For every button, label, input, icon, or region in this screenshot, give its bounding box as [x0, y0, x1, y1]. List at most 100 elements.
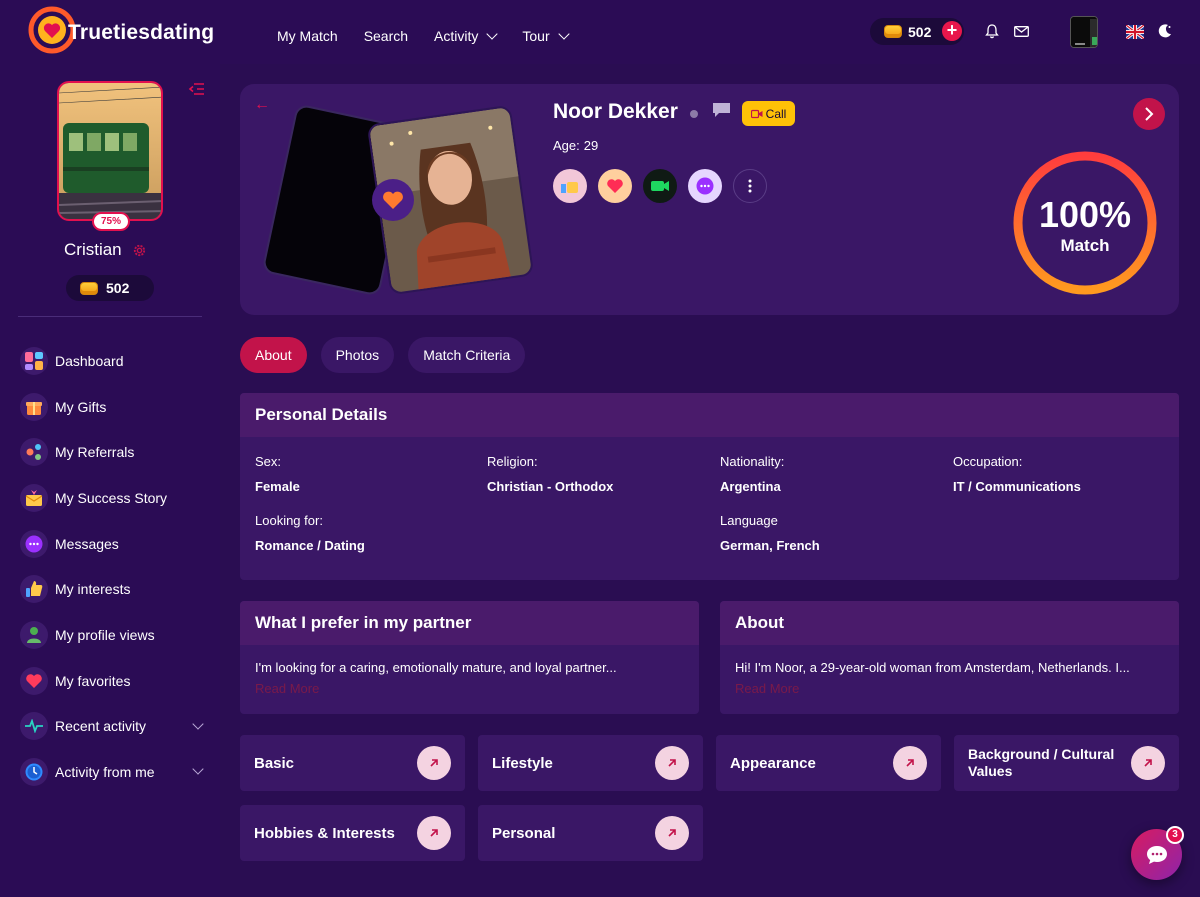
nav-activity[interactable]: Activity: [434, 27, 499, 44]
coin-amount: 502: [908, 23, 932, 40]
coin-amount: 502: [106, 280, 130, 296]
collapse-sidebar-icon[interactable]: [188, 82, 205, 96]
field-occupation: Occupation: IT / Communications: [953, 454, 1081, 494]
match-age: Age: 29: [553, 138, 598, 153]
nav-label: Search: [363, 28, 409, 44]
field-nationality: Nationality: Argentina: [720, 454, 784, 494]
user-name: Cristian: [64, 240, 122, 259]
arrow-up-right-icon: [893, 746, 927, 780]
back-arrow-icon[interactable]: ←: [254, 96, 270, 114]
sidebar-item-my-profile-views[interactable]: My profile views: [20, 612, 210, 658]
tab-about[interactable]: About: [240, 337, 307, 373]
coin-icon: [80, 281, 98, 295]
user-avatar[interactable]: [1070, 16, 1098, 48]
chevron-down-icon: [192, 717, 204, 730]
next-profile-button[interactable]: [1133, 98, 1165, 130]
favorite-button[interactable]: [598, 169, 632, 203]
match-percent: 100%: [1038, 194, 1132, 235]
sidebar-item-my-gifts[interactable]: My Gifts: [20, 384, 210, 430]
field-value: Female: [255, 479, 300, 494]
field-label: Sex:: [255, 454, 282, 469]
arrow-up-right-icon: [655, 816, 689, 850]
messages-icon: [20, 529, 48, 558]
field-label: Religion:: [487, 454, 538, 469]
thumbs-up-icon: [20, 575, 48, 604]
brand-logo[interactable]: Truetiesdating: [28, 6, 228, 56]
coin-balance[interactable]: 502 +: [870, 18, 964, 45]
partner-preference-text: I'm looking for a caring, emotionally ma…: [255, 660, 617, 675]
section-lifestyle[interactable]: Lifestyle: [478, 735, 703, 791]
field-label: Nationality:: [720, 454, 785, 469]
call-button[interactable]: Call: [742, 101, 795, 126]
section-appearance[interactable]: Appearance: [716, 735, 941, 791]
arrow-up-right-icon: [1131, 746, 1165, 780]
field-value: Romance / Dating: [255, 538, 365, 553]
sidebar-item-label: Messages: [55, 535, 119, 552]
field-value: IT / Communications: [953, 479, 1081, 494]
moon-icon[interactable]: [1157, 23, 1173, 39]
bell-icon[interactable]: [985, 24, 999, 39]
dashboard-icon: [20, 346, 48, 375]
nav-search[interactable]: Search: [364, 28, 408, 44]
section-basic[interactable]: Basic: [240, 735, 465, 791]
add-coins-button[interactable]: +: [942, 21, 962, 41]
match-label: Match: [1060, 236, 1110, 255]
video-call-button[interactable]: [643, 169, 677, 203]
main-nav: My Match Search Activity Tour: [277, 27, 594, 44]
nav-my-match[interactable]: My Match: [277, 28, 338, 44]
chevron-down-icon: [486, 27, 499, 40]
uk-flag-icon[interactable]: [1126, 25, 1144, 39]
sidebar-item-my-success-story[interactable]: My Success Story: [20, 475, 210, 521]
success-story-icon: [20, 483, 48, 512]
gear-icon[interactable]: [132, 243, 147, 258]
coin-icon: [884, 25, 902, 38]
more-icon: [748, 179, 752, 193]
read-more-link[interactable]: Read More: [720, 681, 1179, 696]
chat-unread-badge: 3: [1166, 826, 1184, 844]
tab-photos[interactable]: Photos: [320, 337, 395, 373]
match-actions: [553, 169, 778, 203]
arrow-up-right-icon: [417, 816, 451, 850]
field-religion: Religion: Christian - Orthodox: [487, 454, 613, 494]
message-icon[interactable]: [712, 102, 731, 118]
read-more-link[interactable]: Read More: [240, 681, 699, 696]
arrow-up-right-icon: [417, 746, 451, 780]
sidebar-item-my-favorites[interactable]: My favorites: [20, 658, 210, 704]
nav-label: Activity: [434, 28, 479, 44]
section-label: Appearance: [730, 754, 816, 772]
like-button[interactable]: [553, 169, 587, 203]
chat-button[interactable]: [688, 169, 722, 203]
sidebar-item-dashboard[interactable]: Dashboard: [20, 338, 210, 384]
chat-icon: [1146, 845, 1167, 864]
section-label: Basic: [254, 754, 295, 772]
sidebar-item-activity-from-me[interactable]: Activity from me: [20, 749, 210, 795]
sidebar-item-recent-activity[interactable]: Recent activity: [20, 704, 210, 750]
personal-details-card: Personal Details Sex: Female Religion: C…: [240, 393, 1179, 580]
section-background-cultural-values[interactable]: Background / Cultural Values: [954, 735, 1179, 791]
nav-label: My Match: [277, 28, 338, 44]
sidebar-menu: Dashboard My Gifts My Referrals My Succe…: [20, 338, 210, 795]
sidebar-item-messages[interactable]: Messages: [20, 521, 210, 567]
mail-icon[interactable]: [1014, 26, 1029, 37]
top-bar: Truetiesdating My Match Search Activity …: [0, 0, 1200, 64]
sidebar-item-label: Recent activity: [55, 718, 147, 735]
section-hobbies-interests[interactable]: Hobbies & Interests: [240, 805, 465, 861]
sidebar-item-my-referrals[interactable]: My Referrals: [20, 429, 210, 475]
sidebar-item-label: My favorites: [55, 672, 131, 689]
profile-photo[interactable]: [57, 81, 163, 221]
call-label: Call: [765, 106, 787, 121]
chevron-down-icon: [192, 763, 204, 775]
sidebar-coin-balance[interactable]: 502: [66, 275, 154, 301]
section-personal[interactable]: Personal: [478, 805, 703, 861]
more-options-button[interactable]: [733, 169, 767, 203]
field-value: Argentina: [720, 479, 781, 494]
nav-tour[interactable]: Tour: [522, 27, 570, 44]
sidebar-item-my-interests[interactable]: My interests: [20, 566, 210, 612]
personal-details-title: Personal Details: [240, 393, 1179, 437]
tab-match-criteria[interactable]: Match Criteria: [408, 337, 526, 373]
field-value: German, French: [720, 538, 820, 553]
sidebar-item-label: My Gifts: [55, 398, 107, 415]
profile-tabs: About Photos Match Criteria: [240, 337, 539, 373]
match-hero-card: ← Noor Dekker Call Age: 29 100% Match: [240, 84, 1179, 315]
profile-completion-badge: 75%: [92, 212, 130, 231]
